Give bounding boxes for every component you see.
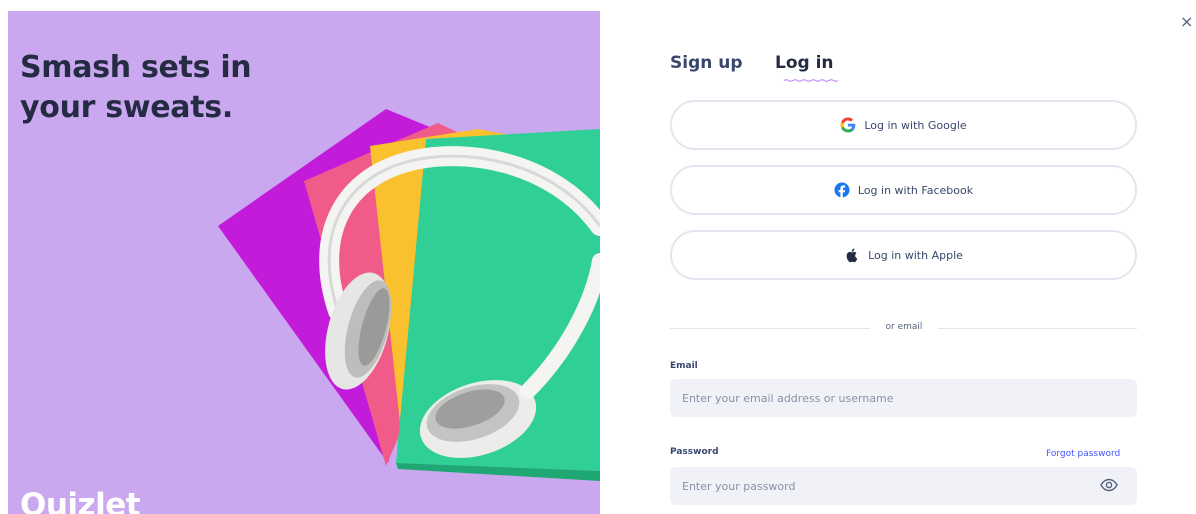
divider-line-right <box>938 328 1137 329</box>
forgot-password-link[interactable]: Forgot password <box>1046 449 1120 459</box>
eye-icon[interactable] <box>1100 478 1118 492</box>
email-field[interactable] <box>670 379 1137 417</box>
hero-headline: Smash sets in your sweats. <box>20 50 252 125</box>
facebook-icon <box>834 182 850 198</box>
tab-active-underline <box>783 79 839 82</box>
password-field[interactable] <box>670 467 1137 505</box>
google-login-label: Log in with Google <box>864 118 967 132</box>
google-login-button[interactable]: Log in with Google <box>670 100 1137 150</box>
apple-login-label: Log in with Apple <box>868 248 963 262</box>
or-email-divider: or email <box>670 322 1137 336</box>
close-icon[interactable]: × <box>1180 12 1193 31</box>
facebook-login-button[interactable]: Log in with Facebook <box>670 165 1137 215</box>
tab-log-in[interactable]: Log in <box>775 53 839 82</box>
apple-icon <box>846 248 858 263</box>
password-label: Password <box>670 447 719 457</box>
quizlet-logo: Quizlet <box>20 487 141 514</box>
email-label: Email <box>670 361 698 371</box>
facebook-login-label: Log in with Facebook <box>857 183 974 197</box>
divider-text: or email <box>885 322 923 332</box>
divider-line-left <box>670 328 870 329</box>
google-icon <box>840 117 856 133</box>
tab-sign-up[interactable]: Sign up <box>670 53 743 73</box>
apple-login-button[interactable]: Log in with Apple <box>670 230 1137 280</box>
tab-log-in-label: Log in <box>775 53 834 73</box>
hero-panel: Smash sets in your sweats. Quizlet <box>8 11 600 514</box>
